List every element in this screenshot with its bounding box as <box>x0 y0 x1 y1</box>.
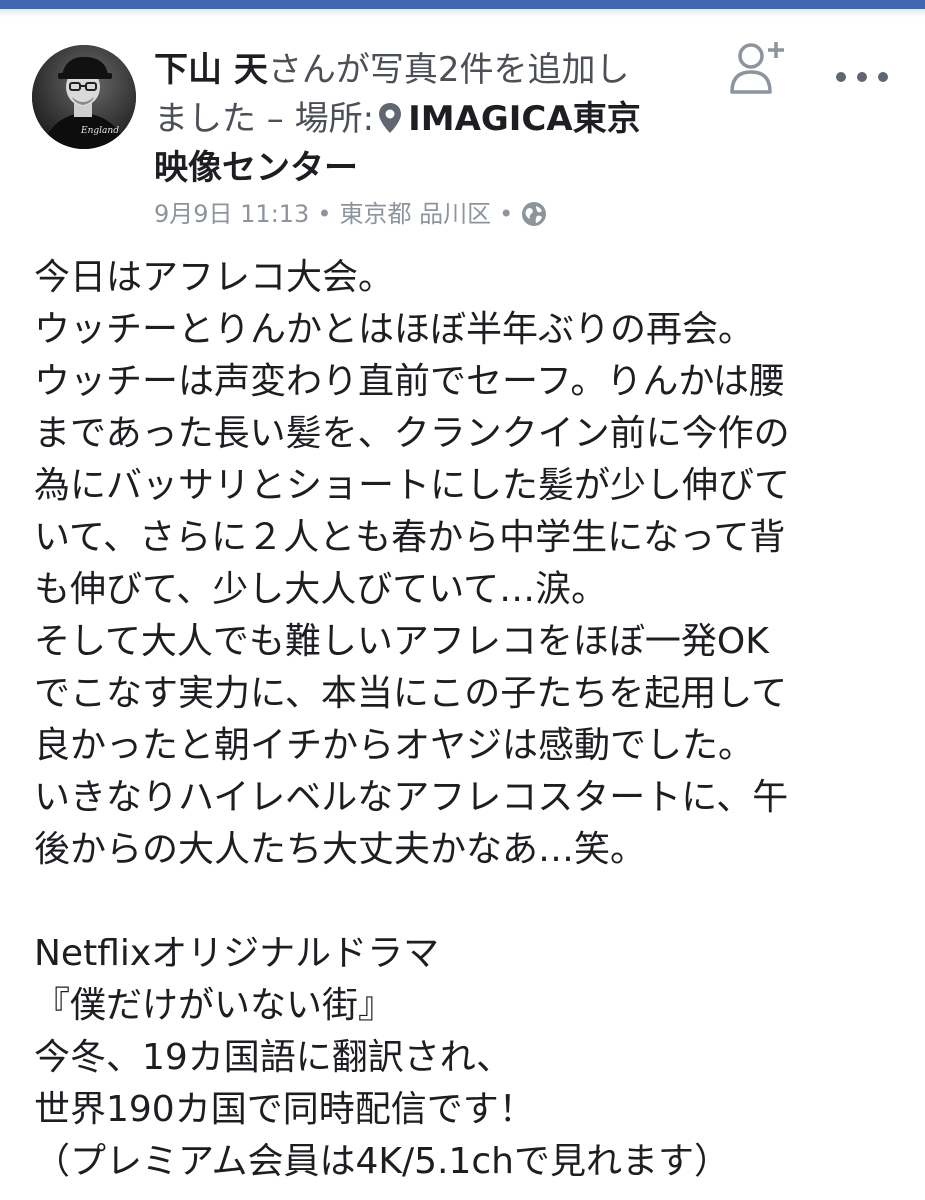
post-body-line: 今冬、19カ国語に翻訳され、 <box>34 1037 513 1078</box>
add-friend-icon[interactable] <box>726 36 788 96</box>
meta-separator: • <box>317 200 332 228</box>
post-body-line <box>34 876 904 928</box>
post-body-line: 今日はアフレコ大会。 <box>34 257 395 298</box>
post-body-line: いて、さらに２人とも春から中学生になって背 <box>34 517 786 558</box>
author-name[interactable]: 下山 天 <box>154 50 268 90</box>
svg-text:England: England <box>80 126 119 136</box>
post-body: 今日はアフレコ大会。ウッチーとりんかとはほぼ半年ぶりの再会。 ウッチーは声変わり直… <box>34 252 904 1188</box>
top-bar-shadow <box>0 9 925 17</box>
post-place-detail[interactable]: 東京都 品川区 <box>340 200 492 228</box>
location-link[interactable]: IMAGICA東京 <box>408 99 641 139</box>
location-pin-icon <box>379 103 402 133</box>
post-meta: 9月9日 11:13 • 東京都 品川区 • <box>154 196 547 232</box>
post-header: 下山 天さんが写真2件を追加し ました – 場所: IMAGICA東京 映像センタ… <box>154 46 694 193</box>
post-timestamp[interactable]: 9月9日 11:13 <box>154 200 309 228</box>
post-body-line: 良かったと朝イチからオヤジは感動でした。 <box>34 725 755 766</box>
post-body-line: ウッチーとりんかとはほぼ半年ぶりの再会。 <box>34 309 755 350</box>
avatar-photo: England <box>32 45 136 149</box>
post-body-line: ウッチーは声変わり直前でセーフ。りんかは腰 <box>34 361 785 402</box>
post-body-line: そして大人でも難しいアフレコをほぼ一発OK <box>34 621 769 662</box>
globe-icon[interactable] <box>521 201 547 227</box>
post-action-text: さんが写真2件を追加し <box>267 50 630 90</box>
meta-separator: • <box>499 200 514 228</box>
post-body-line: （プレミアム会員は4K/5.1chで見れます） <box>34 1141 730 1182</box>
author-avatar[interactable]: England <box>32 45 136 149</box>
post-body-line: 後からの大人たち大丈夫かなあ…笑。 <box>34 829 647 870</box>
post-body-line: まであった長い髪を、クランクイン前に今作の <box>34 413 790 454</box>
more-options-icon[interactable] <box>834 70 890 84</box>
post-body-line: も伸びて、少し大人びていて…涙。 <box>34 569 608 610</box>
location-link-cont[interactable]: 映像センター <box>154 148 358 188</box>
post-body-line: 為にバッサリとショートにした髪が少し伸びて <box>34 465 791 506</box>
post-body-line: 『僕だけがいない街』 <box>34 985 395 1026</box>
post-body-line: いきなりハイレベルなアフレコスタートに、午 <box>34 777 789 818</box>
post-action-text-cont: ました – 場所: <box>154 99 375 139</box>
post-body-line: Netflixオリジナルドラマ <box>34 933 440 974</box>
app-top-bar <box>0 0 925 9</box>
post-body-line: でこなす実力に、本当にこの子たちを起用して <box>34 673 788 714</box>
post-body-line: 世界190カ国で同時配信です！ <box>34 1089 535 1130</box>
